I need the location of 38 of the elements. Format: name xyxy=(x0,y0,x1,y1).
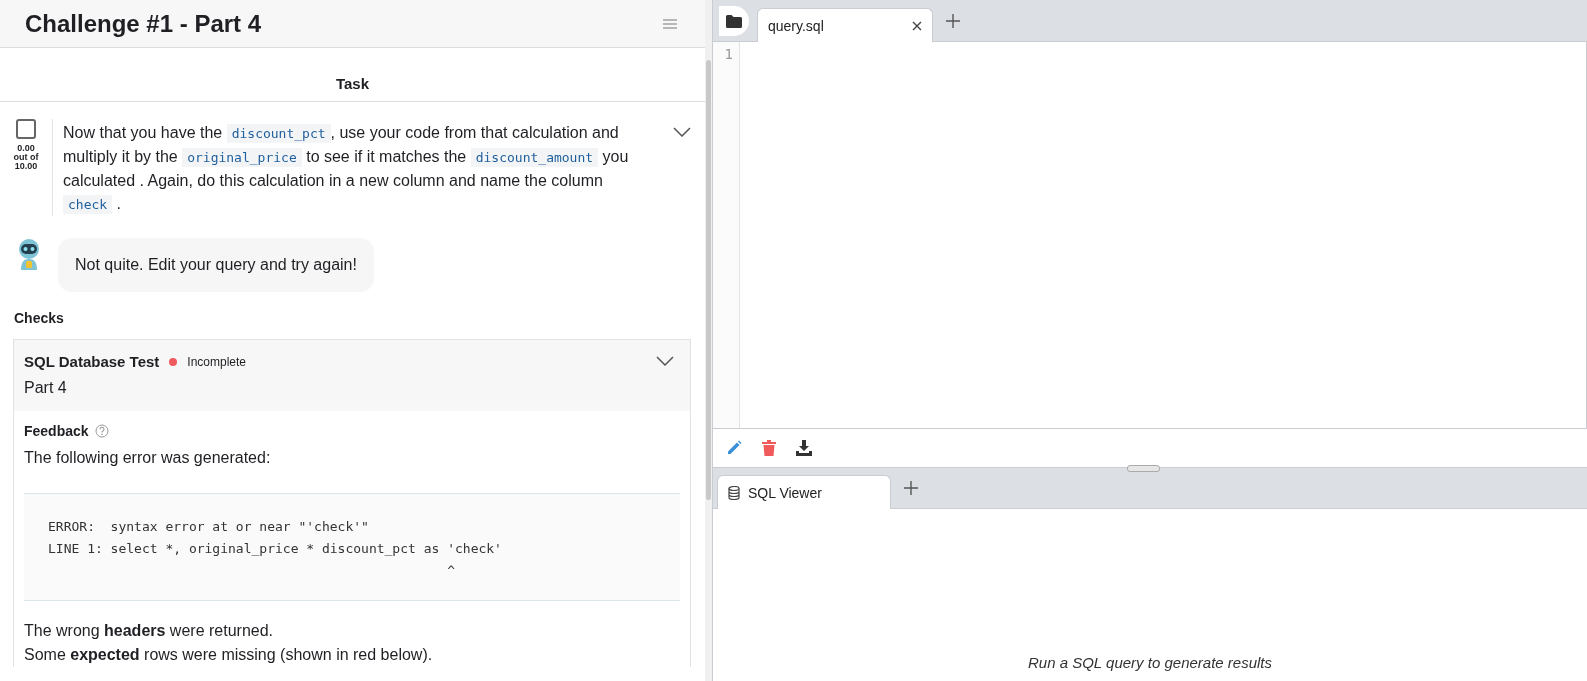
error-line: ^ xyxy=(446,562,456,580)
line-number: 1 xyxy=(723,46,733,62)
error-line: ERROR: syntax error at or near "'check'" xyxy=(48,518,370,536)
menu-icon[interactable] xyxy=(663,18,677,29)
resize-handle[interactable] xyxy=(1127,465,1160,472)
task-instruction: Now that you have the discount_pct , use your code from that calculation and multiply it by the original_price to see if it matches the discount_amount you calculated . Again, do this calculation in a new column and name the column check . xyxy=(62,123,630,216)
trash-icon[interactable] xyxy=(762,440,776,456)
challenge-title: Challenge #1 - Part 4 xyxy=(25,9,262,38)
check-title: SQL Database Test xyxy=(24,353,160,370)
error-line: LINE 1: select *, original_price * discount_pct as 'check' xyxy=(48,540,503,558)
feedback-note: The wrong headers were returned. xyxy=(24,621,275,641)
status-label: Incomplete xyxy=(187,354,247,369)
database-icon xyxy=(728,485,740,500)
close-icon[interactable] xyxy=(912,20,922,31)
feedback-note: Some expected rows were missing (shown in red below). xyxy=(24,645,434,665)
folder-icon xyxy=(726,14,742,28)
feedback-label: Feedback xyxy=(24,423,89,439)
help-icon[interactable] xyxy=(94,424,109,438)
score-label: out of xyxy=(13,153,39,162)
chevron-down-icon[interactable] xyxy=(673,127,691,137)
feedback-text: The following error was generated: xyxy=(24,449,272,467)
viewer-tab[interactable]: SQL Viewer xyxy=(717,475,891,509)
score-value: 0.00 xyxy=(17,144,35,153)
download-icon[interactable] xyxy=(796,440,812,456)
add-tab-icon[interactable] xyxy=(903,480,919,496)
file-tab[interactable]: query.sql xyxy=(757,8,933,42)
check-subtitle: Part 4 xyxy=(24,379,68,397)
assistant-message: Not quite. Edit your query and try again! xyxy=(58,238,374,292)
score-max: 10.00 xyxy=(14,162,38,171)
folder-button[interactable] xyxy=(719,6,749,36)
pencil-icon[interactable] xyxy=(726,440,742,456)
task-heading: Task xyxy=(0,48,705,102)
empty-results-message: Run a SQL query to generate results xyxy=(1027,654,1272,671)
checks-heading: Checks xyxy=(13,309,65,328)
check-header[interactable]: SQL Database Test Incomplete Part 4 xyxy=(14,340,690,411)
add-tab-icon[interactable] xyxy=(945,12,961,29)
chevron-down-icon[interactable] xyxy=(656,356,674,366)
task-checkbox[interactable] xyxy=(16,119,36,139)
